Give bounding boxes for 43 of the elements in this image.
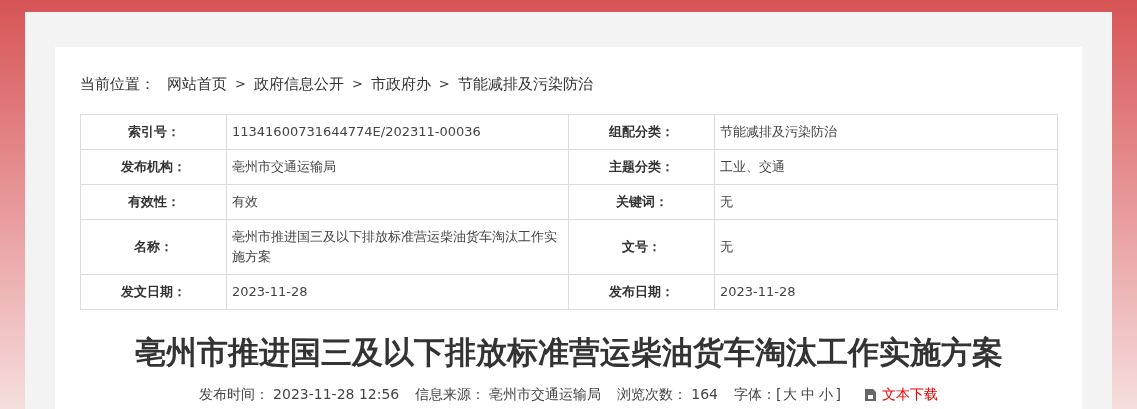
breadcrumb-link[interactable]: 节能减排及污染防治 (457, 72, 593, 96)
field-label: 发布机构： (80, 149, 227, 185)
breadcrumb-separator: > (351, 75, 363, 94)
download-link[interactable]: 文本下载 (864, 384, 938, 405)
breadcrumb-link[interactable]: 市政府办 (370, 72, 431, 96)
field-value: 无 (714, 219, 1058, 275)
field-value: 节能减排及污染防治 (714, 114, 1058, 150)
breadcrumb-separator: > (438, 75, 450, 94)
field-value: 亳州市交通运输局 (226, 149, 569, 185)
font-size-option[interactable]: 大 (783, 384, 798, 405)
breadcrumb-link[interactable]: 政府信息公开 (253, 72, 344, 96)
font-size-option[interactable]: 小 (819, 384, 834, 405)
field-value: 有效 (226, 184, 569, 220)
field-value: 工业、交通 (714, 149, 1058, 185)
meta-value: 164 (691, 385, 718, 404)
field-label: 关键词： (568, 184, 715, 220)
field-label: 组配分类： (568, 114, 715, 150)
field-label: 主题分类： (568, 149, 715, 185)
meta-value: 亳州市交通运输局 (489, 385, 602, 404)
meta-label: 信息来源： (415, 385, 486, 404)
breadcrumb-separator: > (235, 75, 246, 94)
font-size-option[interactable]: 中 (801, 384, 816, 405)
field-value: 亳州市推进国三及以下排放标准营运柴油货车淘汰工作实施方案 (226, 219, 569, 275)
field-label: 索引号： (80, 114, 227, 150)
file-icon (864, 388, 876, 401)
breadcrumb-label: 当前位置： (80, 73, 155, 95)
bracket: [ (776, 385, 782, 404)
font-size-label: 字体： (734, 385, 776, 404)
meta-label: 发布时间： (199, 385, 270, 404)
field-value: 11341600731644774E/202311-00036 (226, 114, 569, 150)
breadcrumb-link[interactable]: 网站首页 (167, 72, 227, 96)
meta-value: 2023-11-28 12:56 (273, 385, 400, 404)
field-value: 2023-11-28 (226, 274, 569, 310)
article-title: 亳州市推进国三及以下排放标准营运柴油货车淘汰工作实施方案 (133, 333, 1004, 372)
field-label: 发文日期： (80, 274, 227, 310)
field-label: 有效性： (80, 184, 227, 220)
field-value: 2023-11-28 (714, 274, 1058, 310)
field-label: 文号： (568, 219, 715, 275)
field-value: 无 (714, 184, 1058, 220)
field-label: 名称： (80, 219, 227, 275)
meta-label: 浏览次数： (617, 385, 688, 404)
field-label: 发布日期： (568, 274, 715, 310)
bracket: ] (835, 385, 841, 404)
